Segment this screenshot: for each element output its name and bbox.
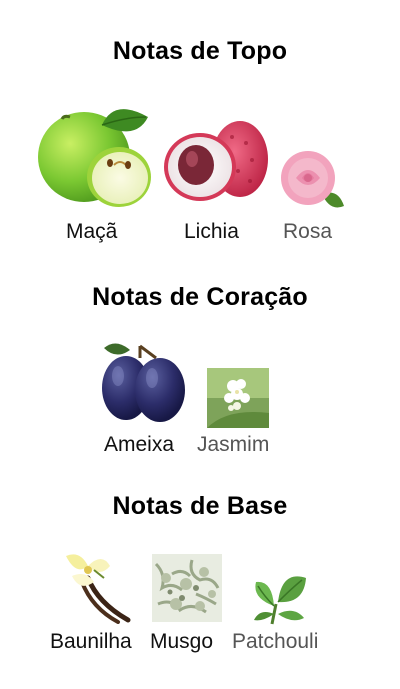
plum-icon [100,340,190,424]
note-vanilla: Baunilha [50,548,150,663]
note-moss: Musgo [148,554,228,664]
top-notes-title: Notas de Topo [112,37,288,65]
note-patchouli: Patchouli [230,568,340,663]
rose-icon [278,148,346,216]
note-label-moss: Musgo [150,630,214,653]
note-plum: Ameixa [100,340,200,460]
note-jasmine: Jasmim [197,368,287,463]
note-label-apple: Maçã [66,220,118,243]
note-label-plum: Ameixa [104,433,175,456]
jasmine-icon [207,368,269,428]
vanilla-icon [58,548,138,624]
note-lychee: Lichia [162,115,272,245]
note-label-vanilla: Baunilha [50,630,132,653]
base-notes-title: Notas de Base [112,492,288,520]
heart-notes-title: Notas de Coração [92,283,308,311]
note-label-rose: Rosa [283,220,333,243]
apple-icon [36,95,154,213]
note-label-patchouli: Patchouli [232,630,319,653]
note-label-lychee: Lichia [184,220,239,243]
patchouli-icon [252,568,308,626]
moss-icon [152,554,222,622]
lychee-icon [162,115,272,205]
fragrance-notes-page: Notas de Topo Maçã Lichia Rosa Notas de … [0,0,400,689]
note-rose: Rosa [278,148,348,248]
note-apple: Maçã [36,95,156,245]
note-label-jasmine: Jasmim [197,433,270,456]
